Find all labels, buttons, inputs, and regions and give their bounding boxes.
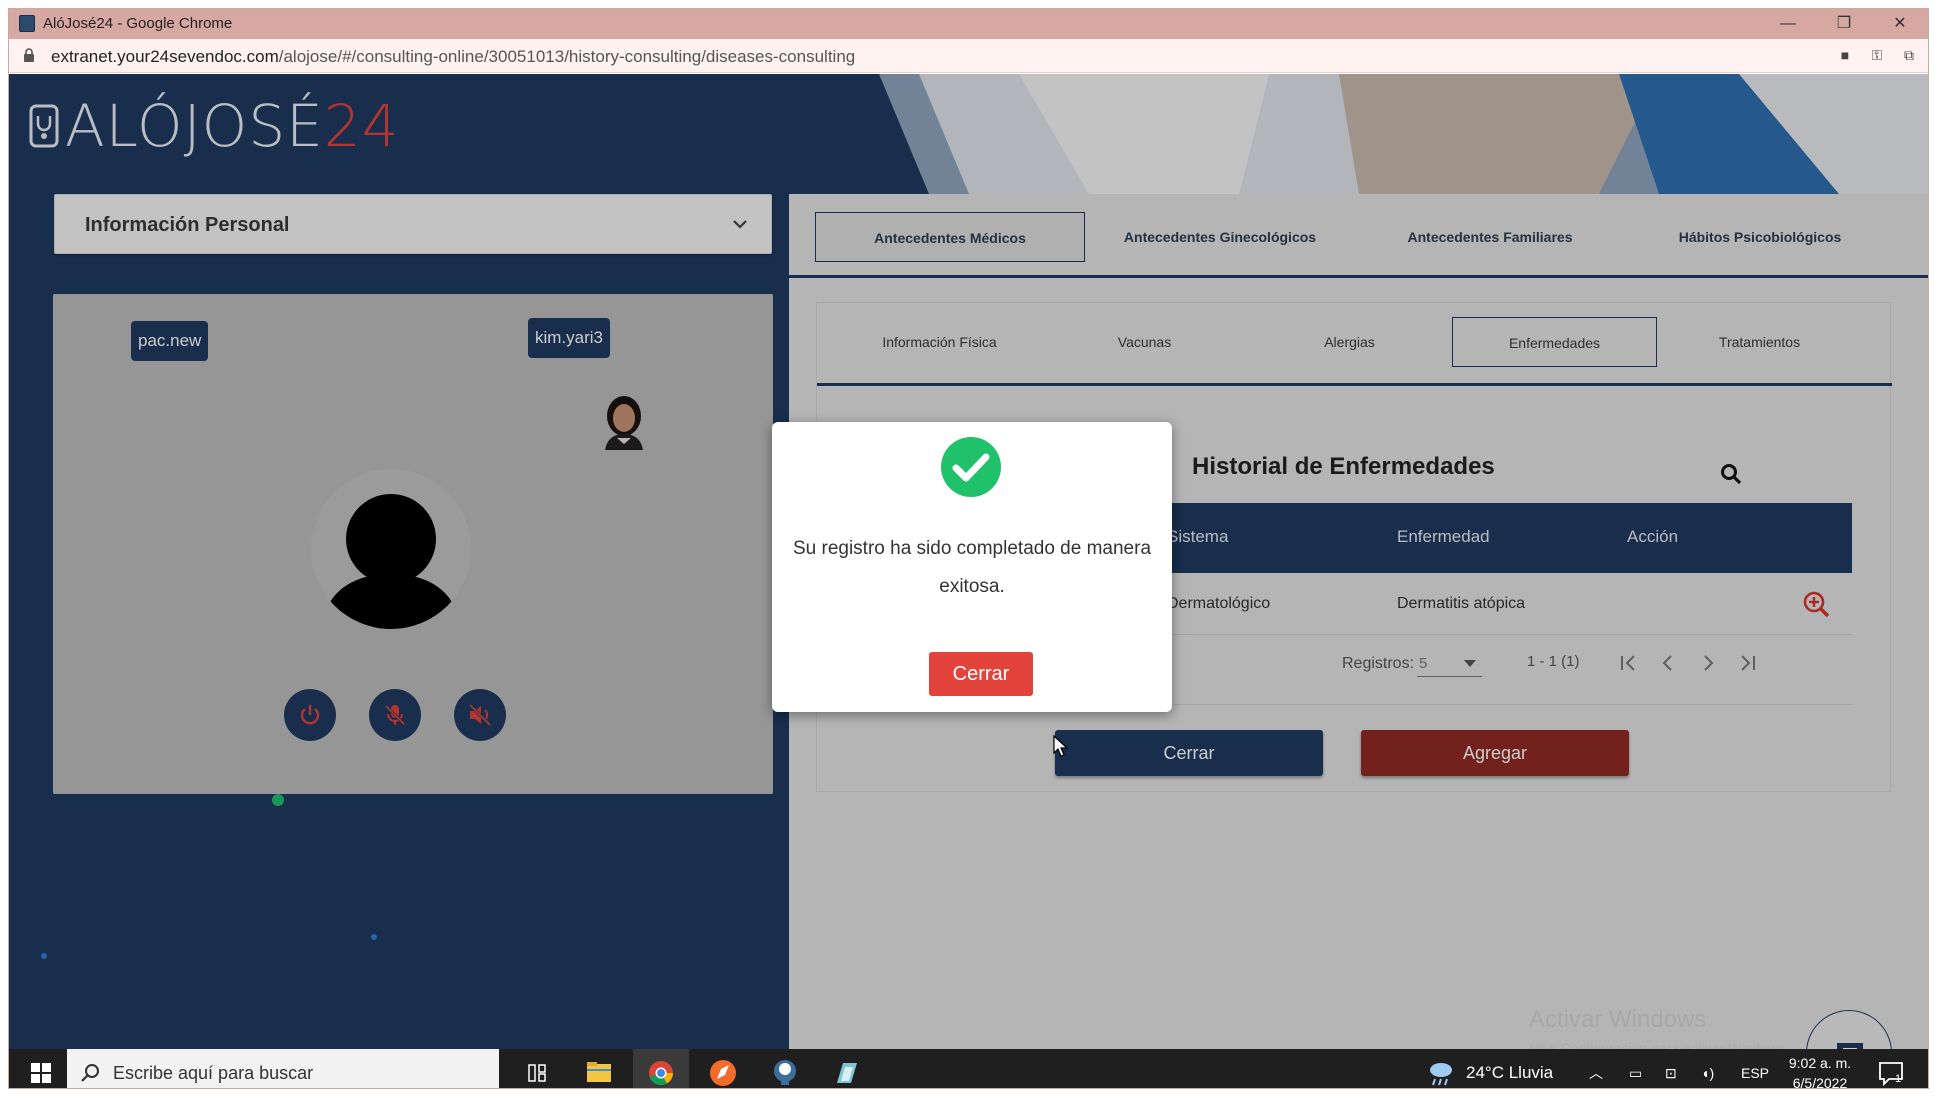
taskbar-clock[interactable]: 9:02 a. m. 6/5/2022 [1779,1053,1861,1089]
chrome-icon[interactable] [633,1049,689,1088]
modal-close-button[interactable]: Cerrar [929,652,1033,696]
network-icon[interactable]: ⊡ [1665,1049,1677,1088]
clock-date: 6/5/2022 [1792,1075,1848,1089]
notes-app-icon[interactable] [819,1049,875,1088]
translate-icon[interactable]: ⧉ [1898,47,1920,65]
weather-rain-icon [1430,1063,1452,1086]
language-indicator[interactable]: ESP [1741,1049,1769,1088]
key-icon[interactable]: ⚿ [1866,47,1888,65]
success-check-icon [941,437,1001,497]
app-area: ALÓJOSÉ24 Información Personal pac.new k… [9,74,1928,1050]
battery-icon[interactable]: ▭ [1629,1049,1642,1088]
weather-text[interactable]: 24°C Lluvia [1466,1049,1553,1088]
file-explorer-icon[interactable] [571,1049,627,1088]
notification-count: 1 [1895,1073,1902,1085]
clock-time: 9:02 a. m. [1788,1055,1852,1071]
close-window-button[interactable]: ✕ [1872,9,1928,39]
title-bar: AlóJosé24 - Google Chrome — ❐ ✕ [9,9,1928,39]
lock-icon [24,48,34,62]
volume-icon[interactable]: ◖) [1701,1049,1714,1088]
taskbar-search-placeholder: Escribe aquí para buscar [113,1063,314,1083]
success-dialog: Su registro ha sido completado de manera… [772,422,1172,712]
window-title: AlóJosé24 - Google Chrome [43,15,233,32]
database-app-icon[interactable] [757,1049,813,1088]
address-bar[interactable]: extranet.your24sevendoc.com/alojose/#/co… [9,39,1928,73]
browser-window: AlóJosé24 - Google Chrome — ❐ ✕ extranet… [8,8,1929,1089]
search-icon [81,1064,99,1082]
success-message: Su registro ha sido completado de manera… [792,538,1152,597]
restore-button[interactable]: ❐ [1816,9,1872,39]
url-text[interactable]: extranet.your24sevendoc.com/alojose/#/co… [51,47,855,67]
favicon-icon [19,15,35,32]
notifications-button[interactable]: 1 [1877,1059,1905,1087]
task-view-icon[interactable] [509,1049,565,1088]
minimize-button[interactable]: — [1760,9,1816,39]
url-domain: extranet.your24sevendoc.com [51,47,279,66]
windows-start-icon[interactable] [17,1049,65,1089]
show-hidden-icons-icon[interactable]: ︿ [1589,1049,1603,1088]
windows-taskbar: Escribe aquí para buscar 24°C Lluvia ︿ ▭… [9,1049,1928,1089]
mouse-cursor-icon [1053,735,1069,757]
url-path: /alojose/#/consulting-online/30051013/hi… [278,47,856,66]
compass-app-icon[interactable] [695,1049,751,1088]
taskbar-search[interactable]: Escribe aquí para buscar [67,1049,499,1088]
camera-icon[interactable]: ■ [1834,47,1856,65]
